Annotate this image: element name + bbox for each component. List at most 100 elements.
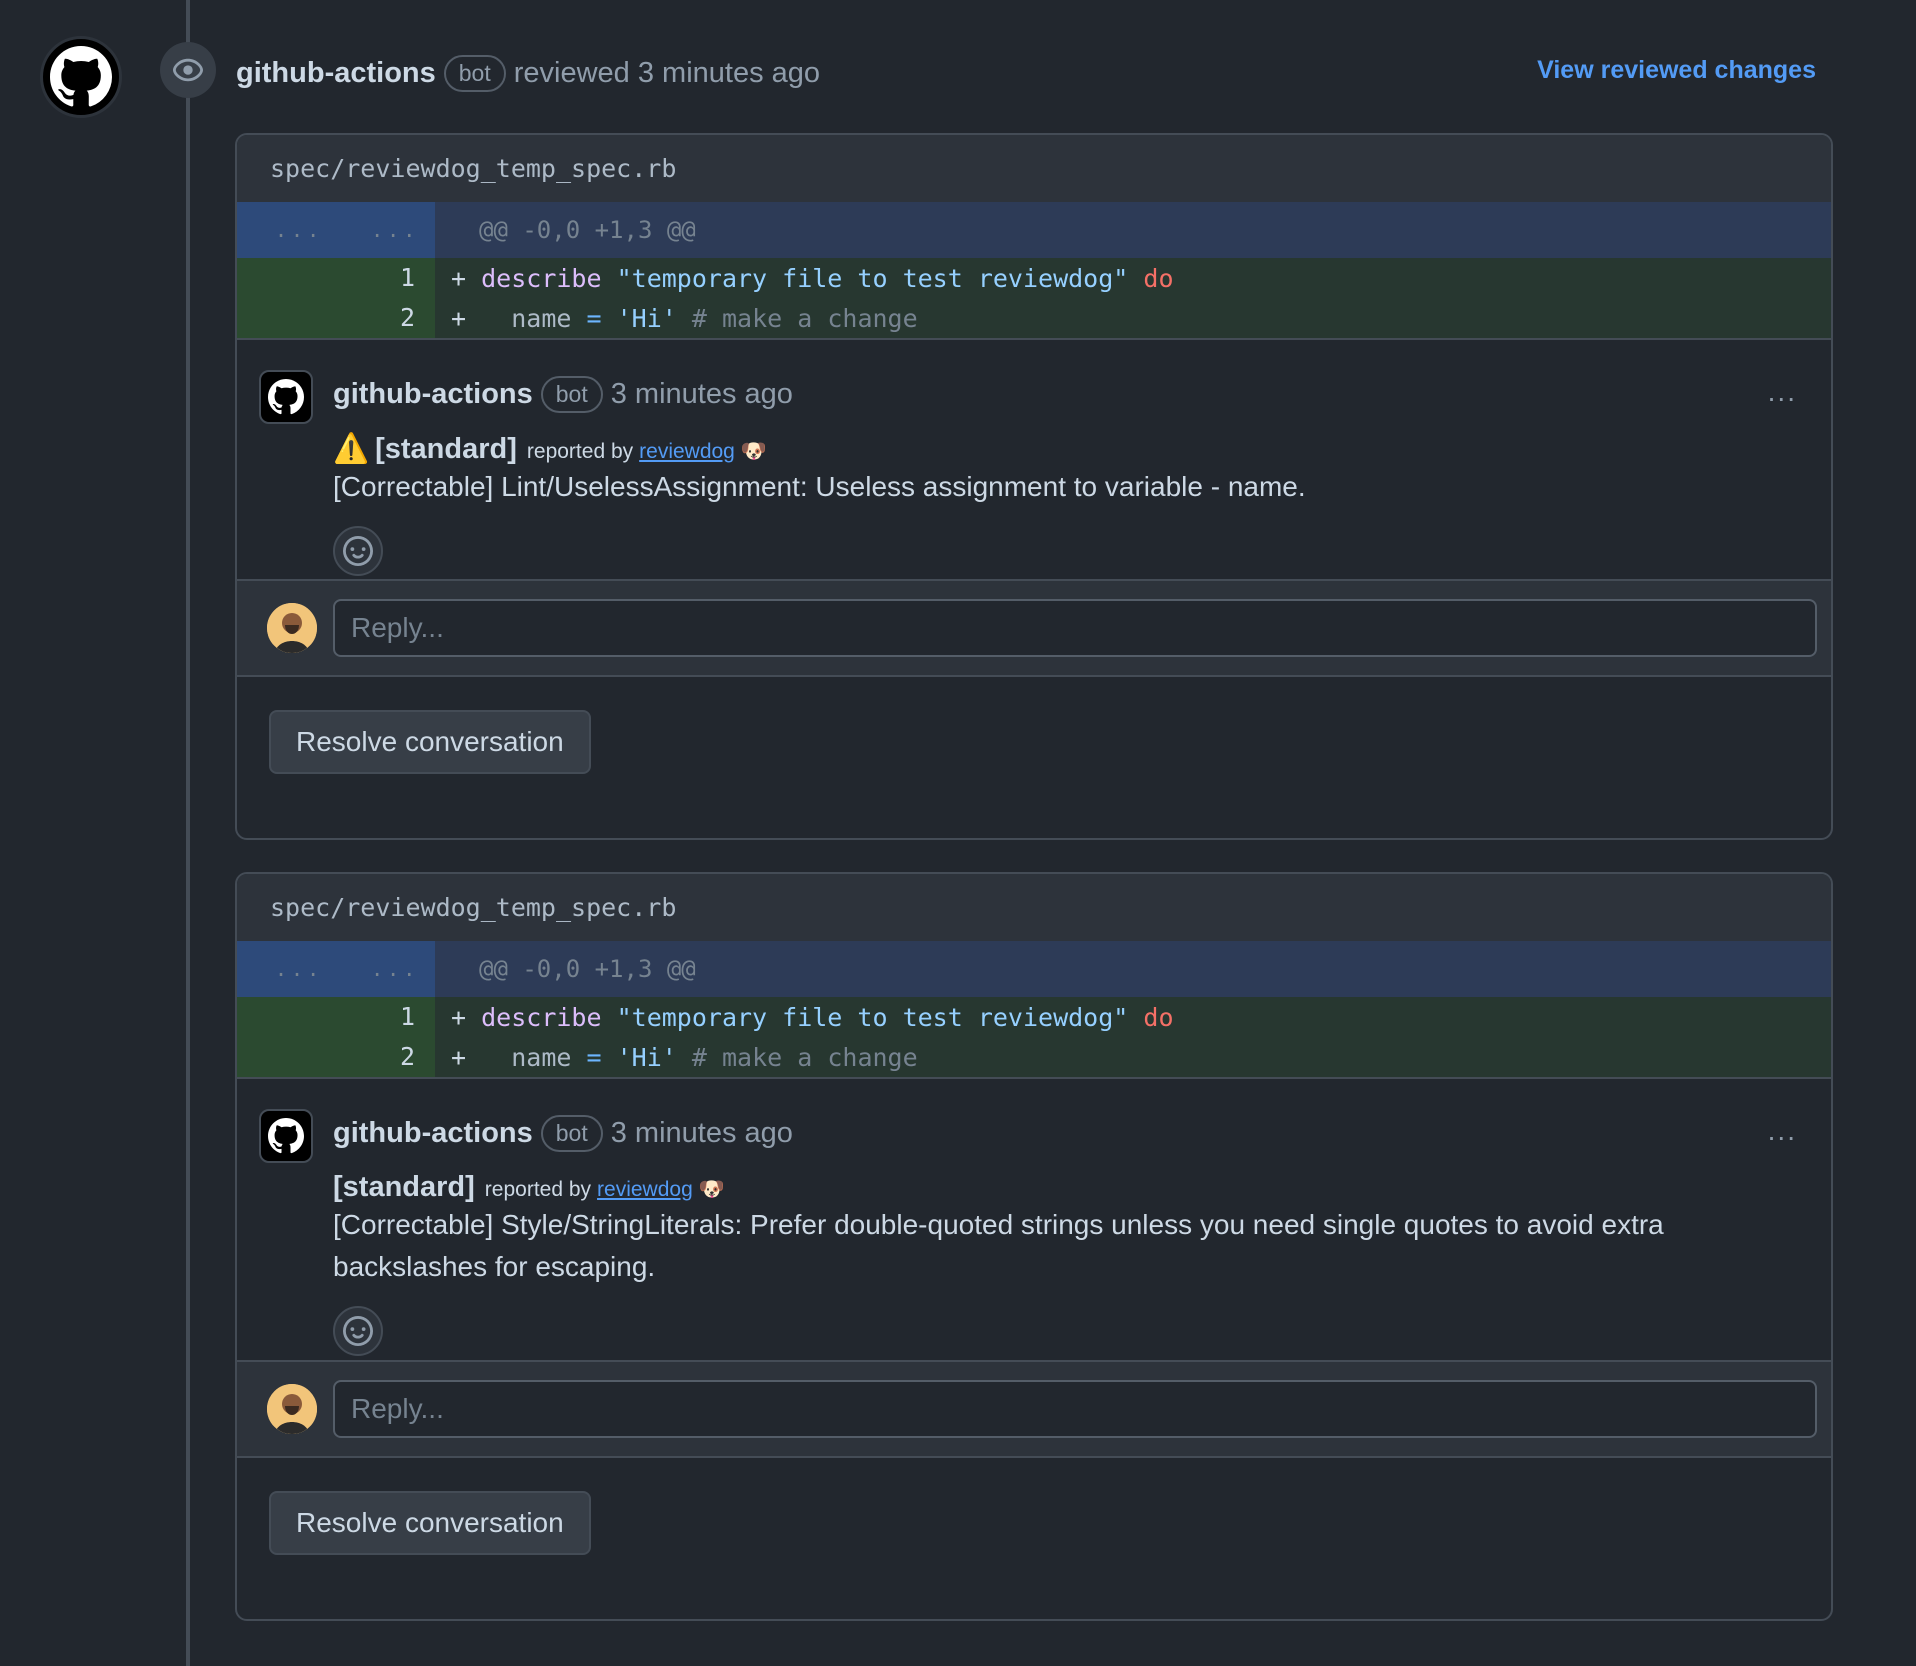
code-content: + describe "temporary file to test revie… bbox=[435, 264, 1174, 293]
line-number[interactable]: 2 bbox=[237, 1037, 435, 1077]
review-comment: github-actions bot 3 minutes ago ... [st… bbox=[237, 1079, 1831, 1360]
code-token: "temporary file to test reviewdog" bbox=[616, 263, 1129, 293]
dog-icon: 🐶 bbox=[740, 440, 768, 463]
reviewdog-link[interactable]: reviewdog bbox=[597, 1178, 693, 1202]
hunk-header-row: ... ... @@ -0,0 +1,3 @@ bbox=[237, 202, 1831, 258]
hunk-expand[interactable]: ... ... bbox=[237, 202, 435, 258]
file-path[interactable]: spec/reviewdog_temp_spec.rb bbox=[237, 874, 1831, 941]
line-number[interactable]: 2 bbox=[237, 298, 435, 338]
code-content: + name = 'Hi' # make a change bbox=[435, 304, 918, 333]
github-logo-icon bbox=[50, 46, 112, 107]
comment-header: github-actions bot 3 minutes ago bbox=[333, 372, 1801, 416]
github-actions-avatar[interactable] bbox=[40, 36, 122, 118]
code-token: name bbox=[481, 303, 587, 333]
hunk-right-ellipsis: ... bbox=[371, 957, 420, 981]
reported-by-text: reported by bbox=[484, 1178, 592, 1201]
code-content: + describe "temporary file to test revie… bbox=[435, 1003, 1174, 1032]
comment-tag: [standard] bbox=[333, 1171, 475, 1203]
resolve-conversation-button[interactable]: Resolve conversation bbox=[269, 1491, 591, 1555]
reviewdog-link[interactable]: reviewdog bbox=[639, 440, 735, 464]
add-reaction-button[interactable] bbox=[333, 526, 383, 576]
user-avatar-icon bbox=[267, 603, 317, 653]
comment-body: [Correctable] Style/StringLiterals: Pref… bbox=[333, 1209, 1664, 1282]
diff-line: 1 + describe "temporary file to test rev… bbox=[237, 258, 1831, 298]
comment-author[interactable]: github-actions bbox=[333, 1117, 533, 1150]
code-token: = bbox=[586, 303, 602, 333]
reply-input[interactable] bbox=[333, 1380, 1817, 1438]
review-thread: spec/reviewdog_temp_spec.rb ... ... @@ -… bbox=[235, 872, 1833, 1621]
reply-row bbox=[237, 1360, 1831, 1458]
code-token: = bbox=[586, 1042, 602, 1072]
comment-author[interactable]: github-actions bbox=[333, 378, 533, 411]
comment-avatar[interactable] bbox=[259, 370, 313, 424]
diff-sign: + bbox=[451, 263, 482, 293]
code-token: 'Hi' bbox=[616, 303, 677, 333]
user-avatar[interactable] bbox=[267, 603, 317, 653]
code-token: # make a change bbox=[691, 1042, 918, 1072]
code-token: do bbox=[1143, 263, 1174, 293]
hunk-header: @@ -0,0 +1,3 @@ bbox=[479, 216, 696, 244]
code-token: describe bbox=[481, 263, 602, 293]
diff-sign: + bbox=[451, 1042, 482, 1072]
resolve-conversation-button[interactable]: Resolve conversation bbox=[269, 710, 591, 774]
review-thread: spec/reviewdog_temp_spec.rb ... ... @@ -… bbox=[235, 133, 1833, 840]
reply-input[interactable] bbox=[333, 599, 1817, 657]
comment-tag: [standard] bbox=[375, 433, 517, 465]
bot-badge: bot bbox=[443, 54, 506, 92]
dog-icon: 🐶 bbox=[698, 1178, 725, 1201]
add-reaction-button[interactable] bbox=[333, 1306, 383, 1356]
github-logo-icon bbox=[268, 379, 304, 415]
eye-icon bbox=[173, 58, 203, 82]
github-logo-icon bbox=[268, 1118, 304, 1154]
comment-header: github-actions bot 3 minutes ago bbox=[333, 1111, 1801, 1155]
code-token: 'Hi' bbox=[616, 1042, 677, 1072]
review-comment: github-actions bot 3 minutes ago ... ⚠️ … bbox=[237, 340, 1831, 579]
review-action: reviewed 3 minutes ago bbox=[513, 56, 821, 89]
code-token: "temporary file to test reviewdog" bbox=[616, 1002, 1129, 1032]
review-header: github-actions bot reviewed 3 minutes ag… bbox=[236, 50, 1816, 96]
resolve-area: Resolve conversation bbox=[237, 1458, 1831, 1588]
review-author[interactable]: github-actions bbox=[236, 57, 436, 90]
diff-sign: + bbox=[451, 1002, 482, 1032]
review-eye-badge bbox=[160, 42, 216, 98]
resolve-area: Resolve conversation bbox=[237, 677, 1831, 807]
hunk-left-ellipsis: ... bbox=[275, 957, 324, 981]
warning-icon: ⚠️ bbox=[333, 433, 370, 465]
hunk-right-ellipsis: ... bbox=[371, 218, 420, 242]
diff-line: 2 + name = 'Hi' # make a change bbox=[237, 1037, 1831, 1079]
line-number[interactable]: 1 bbox=[237, 997, 435, 1037]
hunk-expand[interactable]: ... ... bbox=[237, 941, 435, 997]
comment-time[interactable]: 3 minutes ago bbox=[611, 378, 793, 411]
comment-tag-line: [standard] reported by reviewdog 🐶 bbox=[333, 1171, 1801, 1204]
hunk-left-ellipsis: ... bbox=[275, 218, 324, 242]
file-path[interactable]: spec/reviewdog_temp_spec.rb bbox=[237, 135, 1831, 202]
smiley-icon bbox=[343, 536, 373, 566]
code-token: # make a change bbox=[691, 303, 918, 333]
diff-line: 1 + describe "temporary file to test rev… bbox=[237, 997, 1831, 1037]
bot-badge: bot bbox=[540, 1114, 603, 1152]
diff-sign: + bbox=[451, 303, 482, 333]
hunk-header-row: ... ... @@ -0,0 +1,3 @@ bbox=[237, 941, 1831, 997]
smiley-icon bbox=[343, 1316, 373, 1346]
view-reviewed-changes-link[interactable]: View reviewed changes bbox=[1537, 56, 1816, 85]
line-number[interactable]: 1 bbox=[237, 258, 435, 298]
more-options-icon[interactable]: ... bbox=[1768, 1115, 1797, 1147]
more-options-icon[interactable]: ... bbox=[1768, 376, 1797, 408]
diff-line: 2 + name = 'Hi' # make a change bbox=[237, 298, 1831, 340]
reported-by-text: reported by bbox=[526, 440, 634, 463]
code-token: describe bbox=[481, 1002, 602, 1032]
code-token: name bbox=[481, 1042, 587, 1072]
reply-row bbox=[237, 579, 1831, 677]
comment-time[interactable]: 3 minutes ago bbox=[611, 1117, 793, 1150]
timeline-line bbox=[186, 0, 190, 1666]
user-avatar[interactable] bbox=[267, 1384, 317, 1434]
comment-avatar[interactable] bbox=[259, 1109, 313, 1163]
user-avatar-icon bbox=[267, 1384, 317, 1434]
